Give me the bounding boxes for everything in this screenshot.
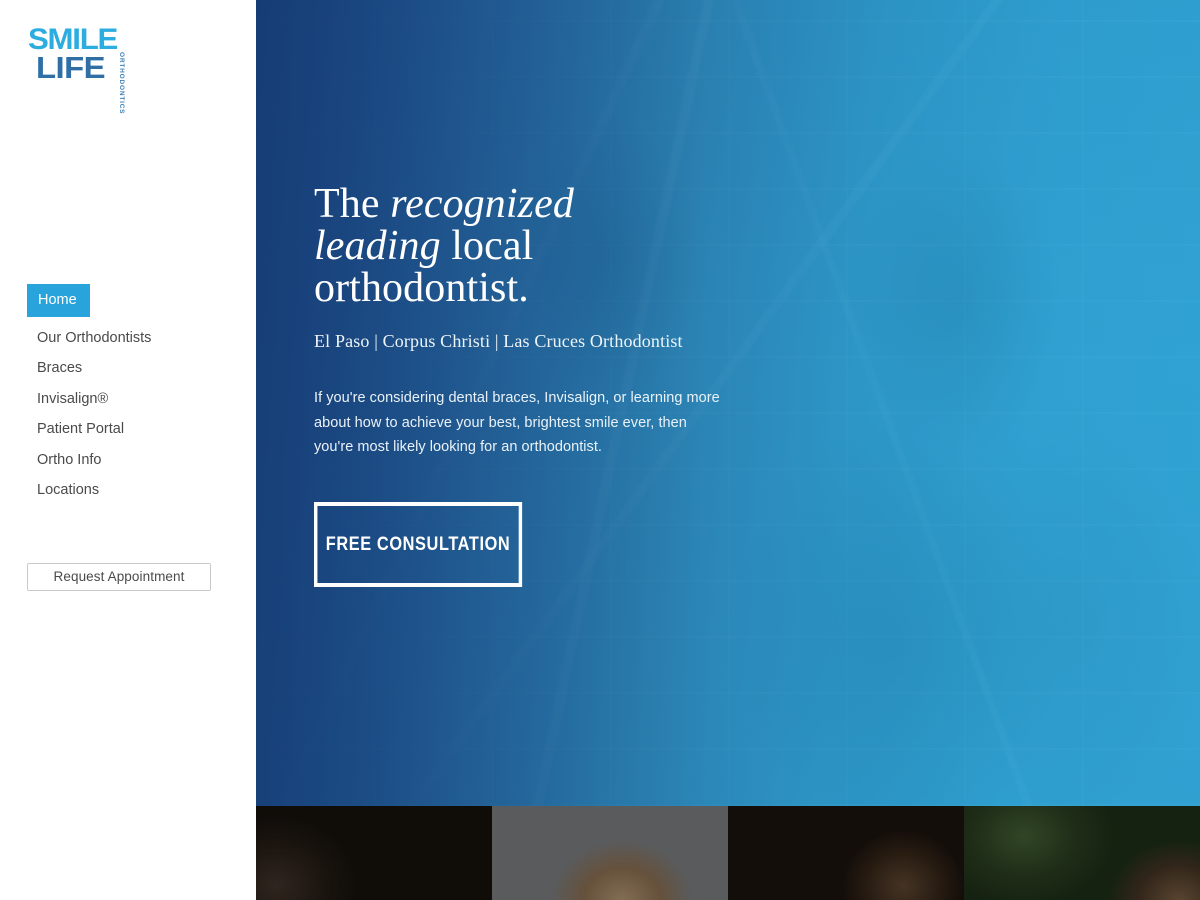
photo-tile-3-overlay: [728, 806, 964, 900]
photo-tile-2-overlay: [492, 806, 728, 900]
sidebar: SMILE LIFE ORTHODONTICS Home Our Orthodo…: [0, 0, 256, 900]
main-navigation: Home Our Orthodontists Braces Invisalign…: [0, 284, 256, 506]
hero-title-part1: The: [314, 181, 391, 227]
site-logo[interactable]: SMILE LIFE ORTHODONTICS: [28, 25, 148, 115]
hero-body-text: If you're considering dental braces, Inv…: [314, 390, 720, 455]
photo-tile-3[interactable]: [728, 806, 964, 900]
hero-banner: The recognized leading local orthodontis…: [256, 0, 1200, 806]
sidebar-item-invisalign[interactable]: Invisalign®: [27, 384, 118, 415]
logo-smile-text: SMILE: [28, 23, 118, 56]
photo-tile-1-overlay: [256, 806, 492, 900]
sidebar-item-our-orthodontists[interactable]: Our Orthodontists: [27, 323, 161, 354]
photo-tile-1[interactable]: [256, 806, 492, 900]
logo-orthodontics-text: ORTHODONTICS: [118, 52, 125, 115]
hero-content: The recognized leading local orthodontis…: [314, 0, 854, 587]
logo-life-text: LIFE: [36, 50, 106, 85]
page-title: The recognized leading local orthodontis…: [314, 183, 644, 309]
sidebar-item-patient-portal[interactable]: Patient Portal: [27, 414, 134, 445]
sidebar-item-home[interactable]: Home: [27, 284, 90, 317]
photo-tile-4-overlay: [964, 806, 1200, 900]
photo-strip: [256, 806, 1200, 900]
hero-subtitle: El Paso | Corpus Christi | Las Cruces Or…: [314, 331, 683, 351]
sidebar-item-locations[interactable]: Locations: [27, 475, 109, 506]
sidebar-item-ortho-info[interactable]: Ortho Info: [27, 445, 111, 476]
photo-tile-2[interactable]: [492, 806, 728, 900]
free-consultation-label: FREE CONSULTATION: [325, 533, 511, 555]
photo-tile-4[interactable]: [964, 806, 1200, 900]
sidebar-item-braces[interactable]: Braces: [27, 353, 92, 384]
page-root: SMILE LIFE ORTHODONTICS Home Our Orthodo…: [0, 0, 1200, 900]
request-appointment-button[interactable]: Request Appointment: [27, 563, 211, 591]
free-consultation-button[interactable]: FREE CONSULTATION: [314, 501, 523, 587]
